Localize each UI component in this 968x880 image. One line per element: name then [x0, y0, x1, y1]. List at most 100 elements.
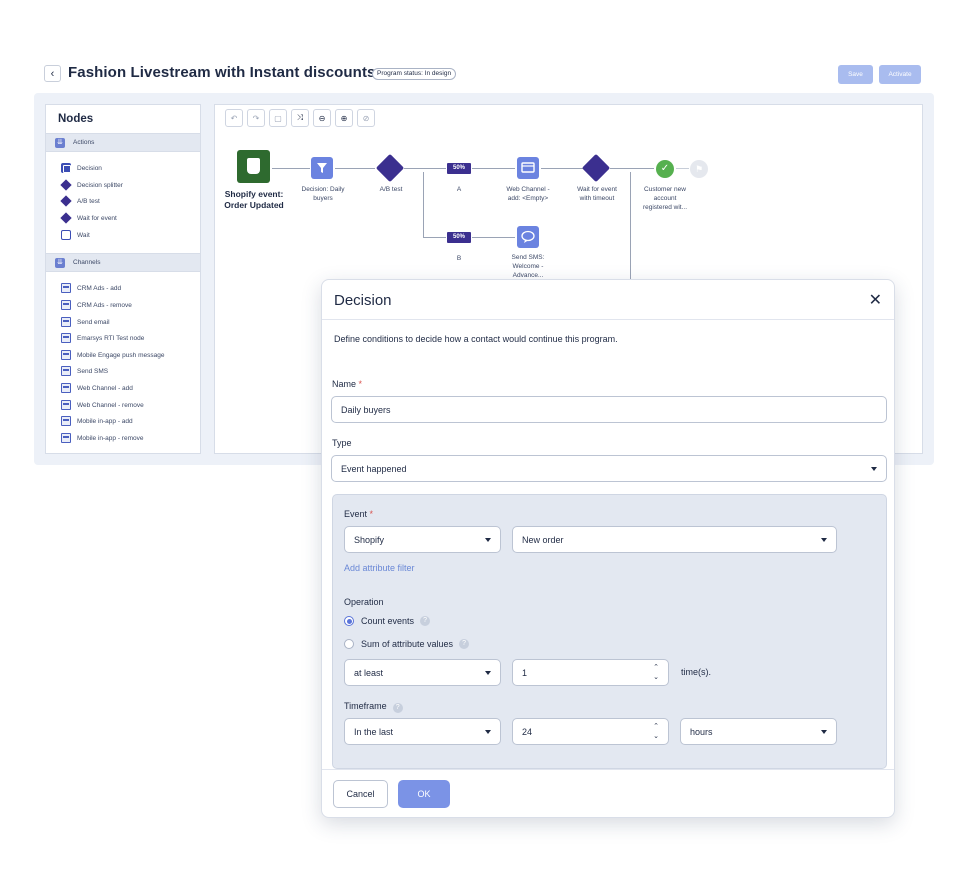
connector — [472, 168, 515, 169]
sms-node-icon[interactable] — [517, 226, 539, 248]
connector — [423, 237, 446, 238]
radio-count-events[interactable]: Count events ? — [344, 616, 431, 626]
event-source-value: Shopify — [354, 534, 385, 545]
timeframe-unit-select[interactable]: hours — [680, 718, 837, 745]
zoom-in-icon[interactable]: ⊕ — [335, 109, 353, 127]
node-item-label: CRM Ads - add — [77, 284, 122, 292]
radio-label: Sum of attribute values — [361, 639, 454, 649]
type-label: Type — [332, 438, 352, 448]
help-icon[interactable]: ? — [459, 639, 470, 649]
mobile-icon — [61, 416, 71, 426]
channel-icon — [61, 283, 71, 293]
chevron-down-icon — [871, 467, 877, 471]
node-label-line: Customer new — [644, 186, 686, 193]
section-channels[interactable]: ⇊ Channels — [46, 253, 200, 272]
undo-icon[interactable]: ↶ — [225, 109, 243, 127]
node-item-push-message[interactable]: Mobile Engage push message — [61, 349, 164, 361]
name-input[interactable]: Daily buyers — [331, 396, 887, 423]
radio-sum-attribute[interactable]: Sum of attribute values ? — [344, 639, 470, 649]
split-badge-b: 50% — [447, 232, 471, 243]
zoom-out-icon[interactable]: ⊖ — [313, 109, 331, 127]
channel-icon — [61, 333, 71, 343]
operator-select[interactable]: at least — [344, 659, 501, 686]
operation-label: Operation — [344, 597, 384, 607]
add-attribute-filter-link[interactable]: Add attribute filter — [344, 563, 415, 573]
split-badge-a: 50% — [447, 163, 471, 174]
node-item-decision[interactable]: Decision — [61, 162, 102, 174]
flag-icon[interactable]: ⚑ — [690, 160, 708, 178]
node-label-line: Web Channel - — [506, 186, 550, 193]
shopify-icon[interactable] — [237, 150, 270, 183]
node-item-ab-test[interactable]: A/B test — [60, 195, 100, 207]
node-item-inapp-remove[interactable]: Mobile in-app - remove — [61, 432, 143, 444]
node-decision-label: Decision: Daily buyers — [293, 185, 353, 203]
type-select-value: Event happened — [341, 463, 407, 474]
timeframe-mode-select[interactable]: In the last — [344, 718, 501, 745]
node-item-label: Web Channel - remove — [77, 401, 144, 409]
web-channel-node-icon[interactable] — [517, 157, 539, 179]
event-select[interactable]: New order — [512, 526, 837, 553]
node-item-decision-splitter[interactable]: Decision splitter — [60, 179, 123, 191]
timeframe-unit-value: hours — [690, 726, 713, 737]
node-item-crm-ads-remove[interactable]: CRM Ads - remove — [61, 299, 132, 311]
node-item-send-email[interactable]: Send email — [61, 316, 110, 328]
stepper-icon[interactable]: ⌃ ⌄ — [653, 722, 659, 742]
count-stepper[interactable]: 1 ⌃ ⌄ — [512, 659, 669, 686]
node-item-label: Mobile in-app - add — [77, 417, 133, 425]
node-label-line: buyers — [313, 195, 333, 202]
node-item-wait-for-event[interactable]: Wait for event — [60, 212, 117, 224]
web-channel-icon — [61, 400, 71, 410]
help-icon[interactable]: ? — [420, 616, 431, 626]
node-web-channel-label: Web Channel - add: <Empty> — [498, 185, 558, 203]
timeframe-amount-value: 24 — [522, 726, 533, 737]
stepper-icon[interactable]: ⌃ ⌄ — [653, 663, 659, 683]
connector — [404, 168, 446, 169]
section-actions[interactable]: ⇊ Actions — [46, 133, 200, 152]
decision-node-icon[interactable] — [311, 157, 333, 179]
node-label-line: Wait for event — [577, 186, 617, 193]
connector — [335, 168, 375, 169]
node-item-crm-ads-add[interactable]: CRM Ads - add — [61, 282, 121, 294]
node-wait-event-label: Wait for event with timeout — [567, 185, 627, 203]
close-icon[interactable]: ✕ — [869, 290, 882, 310]
status-badge: Program status: In design — [372, 68, 457, 80]
collapse-icon: ⇊ — [55, 138, 65, 148]
ok-button[interactable]: OK — [398, 780, 450, 808]
node-label-line: Shopify event: — [224, 189, 284, 199]
nodes-title: Nodes — [58, 113, 94, 125]
type-select[interactable]: Event happened — [331, 455, 887, 482]
timeframe-amount-stepper[interactable]: 24 ⌃ ⌄ — [512, 718, 669, 745]
section-label: Channels — [73, 259, 101, 266]
redo-icon[interactable]: ↷ — [247, 109, 265, 127]
node-item-wait[interactable]: Wait — [61, 229, 90, 241]
node-ab-test-label: A/B test — [379, 186, 403, 193]
node-item-label: Mobile in-app - remove — [77, 434, 144, 442]
help-icon[interactable]: ? — [392, 703, 403, 713]
auto-layout-icon[interactable]: ⤨ — [291, 109, 309, 127]
event-label-text: Event — [344, 509, 368, 519]
node-item-send-sms[interactable]: Send SMS — [61, 365, 108, 377]
page-title: Fashion Livestream with Instant discount… — [68, 64, 376, 81]
node-item-label: Send SMS — [77, 367, 109, 375]
save-button[interactable]: Save — [838, 65, 873, 84]
cancel-button[interactable]: Cancel — [333, 780, 388, 808]
check-icon[interactable]: ✓ — [656, 160, 674, 178]
node-item-label: CRM Ads - remove — [77, 301, 132, 309]
event-source-select[interactable]: Shopify — [344, 526, 501, 553]
decision-icon — [61, 163, 71, 173]
delete-icon[interactable]: ▢ — [269, 109, 287, 127]
node-item-web-channel-add[interactable]: Web Channel - add — [61, 382, 133, 394]
node-item-inapp-add[interactable]: Mobile in-app - add — [61, 415, 133, 427]
decision-dialog: Decision ✕ Define conditions to decide h… — [321, 279, 895, 818]
radio-dot-selected — [344, 616, 354, 626]
node-item-rti-test[interactable]: Emarsys RTI Test node — [61, 332, 144, 344]
back-button[interactable]: ‹ — [44, 65, 61, 82]
activate-button[interactable]: Activate — [879, 65, 921, 84]
event-conditions-box: Event * Shopify New order Add attribute … — [332, 494, 887, 769]
chevron-down-icon — [485, 538, 491, 542]
node-item-web-channel-remove[interactable]: Web Channel - remove — [61, 399, 144, 411]
connector — [541, 168, 583, 169]
zoom-reset-icon[interactable]: ⊘ — [357, 109, 375, 127]
node-label-line: Send SMS: — [511, 254, 545, 261]
node-item-label: Wait — [77, 231, 90, 239]
